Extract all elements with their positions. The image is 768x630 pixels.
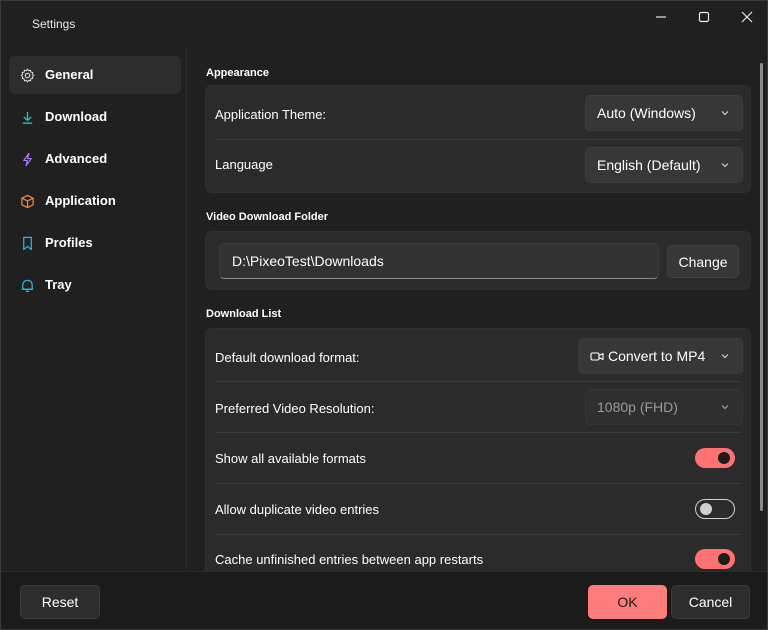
close-button[interactable] bbox=[737, 7, 757, 27]
toggle-knob bbox=[718, 452, 730, 464]
chevron-down-icon bbox=[721, 111, 729, 116]
language-row: Language English (Default) bbox=[206, 140, 750, 193]
resolution-value: 1080p (FHD) bbox=[597, 399, 678, 415]
reset-button[interactable]: Reset bbox=[20, 585, 100, 619]
maximize-button[interactable] bbox=[694, 7, 714, 27]
language-label: Language bbox=[215, 157, 273, 172]
bookmark-icon bbox=[19, 235, 35, 251]
resolution-label: Preferred Video Resolution: bbox=[215, 401, 375, 416]
show-formats-label: Show all available formats bbox=[215, 451, 367, 466]
theme-dropdown[interactable]: Auto (Windows) bbox=[585, 95, 743, 131]
title-bar: Settings bbox=[1, 1, 767, 49]
close-icon bbox=[741, 11, 753, 23]
resolution-dropdown[interactable]: 1080p (FHD) bbox=[585, 389, 743, 425]
language-value: English (Default) bbox=[597, 157, 701, 173]
show-formats-row: Show all available formats bbox=[206, 433, 750, 483]
sidebar-item-label: General bbox=[45, 67, 94, 82]
download-icon bbox=[19, 109, 35, 125]
content-scrollbar[interactable] bbox=[760, 63, 763, 511]
sidebar-item-label: Profiles bbox=[45, 235, 93, 250]
gear-icon bbox=[19, 67, 35, 83]
minimize-icon bbox=[656, 16, 666, 18]
lightning-icon bbox=[19, 151, 35, 167]
theme-label: Application Theme: bbox=[215, 107, 327, 122]
sidebar-item-application[interactable]: Application bbox=[9, 182, 181, 220]
duplicates-label: Allow duplicate video entries bbox=[215, 502, 380, 517]
cache-row: Cache unfinished entries between app res… bbox=[206, 535, 750, 571]
show-formats-toggle[interactable] bbox=[695, 448, 735, 468]
appearance-section-title: Appearance bbox=[206, 67, 269, 79]
maximize-icon bbox=[698, 11, 710, 23]
resolution-row: Preferred Video Resolution: 1080p (FHD) bbox=[206, 382, 750, 432]
settings-content: Appearance Application Theme: Auto (Wind… bbox=[188, 49, 766, 571]
chevron-down-icon bbox=[721, 354, 729, 359]
bell-icon bbox=[19, 277, 35, 293]
cache-label: Cache unfinished entries between app res… bbox=[215, 552, 484, 567]
duplicates-toggle[interactable] bbox=[695, 499, 735, 519]
cache-toggle[interactable] bbox=[695, 549, 735, 569]
sidebar-item-tray[interactable]: Tray bbox=[9, 266, 181, 304]
appearance-card: Application Theme: Auto (Windows) Langua… bbox=[205, 85, 751, 193]
download-folder-path: D:\PixeoTest\Downloads bbox=[232, 253, 384, 269]
duplicates-row: Allow duplicate video entries bbox=[206, 484, 750, 534]
change-folder-button[interactable]: Change bbox=[667, 245, 739, 278]
sidebar-item-label: Tray bbox=[45, 277, 72, 292]
ok-button[interactable]: OK bbox=[588, 585, 667, 619]
theme-value: Auto (Windows) bbox=[597, 105, 696, 121]
format-label: Default download format: bbox=[215, 350, 360, 365]
cancel-button[interactable]: Cancel bbox=[671, 585, 750, 619]
sidebar-item-advanced[interactable]: Advanced bbox=[9, 140, 181, 178]
language-dropdown[interactable]: English (Default) bbox=[585, 147, 743, 183]
dialog-footer: Reset OK Cancel bbox=[1, 571, 767, 629]
sidebar-item-label: Advanced bbox=[45, 151, 108, 166]
sidebar-item-label: Application bbox=[45, 193, 116, 208]
toggle-knob bbox=[718, 553, 730, 565]
folder-card: D:\PixeoTest\Downloads Change bbox=[205, 231, 751, 290]
format-value: Convert to MP4 bbox=[608, 348, 706, 364]
download-list-section-title: Download List bbox=[206, 308, 282, 320]
sidebar: General Download Advanced Application Pr… bbox=[1, 49, 187, 571]
download-folder-input[interactable]: D:\PixeoTest\Downloads bbox=[219, 243, 659, 279]
toggle-knob bbox=[700, 503, 712, 515]
window-title: Settings bbox=[32, 17, 76, 31]
sidebar-item-profiles[interactable]: Profiles bbox=[9, 224, 181, 262]
folder-section-title: Video Download Folder bbox=[206, 211, 329, 223]
settings-window: Settings General Download Advanced Appli… bbox=[0, 0, 768, 630]
sidebar-item-download[interactable]: Download bbox=[9, 98, 181, 136]
chevron-down-icon bbox=[721, 163, 729, 168]
format-row: Default download format: Convert to MP4 bbox=[206, 329, 750, 381]
minimize-button[interactable] bbox=[651, 7, 671, 27]
box-icon bbox=[19, 193, 35, 209]
video-camera-icon bbox=[590, 352, 604, 361]
download-list-card: Default download format: Convert to MP4 … bbox=[205, 328, 751, 571]
chevron-down-icon bbox=[721, 405, 729, 410]
sidebar-item-general[interactable]: General bbox=[9, 56, 181, 94]
sidebar-item-label: Download bbox=[45, 109, 108, 124]
format-dropdown[interactable]: Convert to MP4 bbox=[578, 338, 743, 374]
theme-row: Application Theme: Auto (Windows) bbox=[206, 86, 750, 139]
